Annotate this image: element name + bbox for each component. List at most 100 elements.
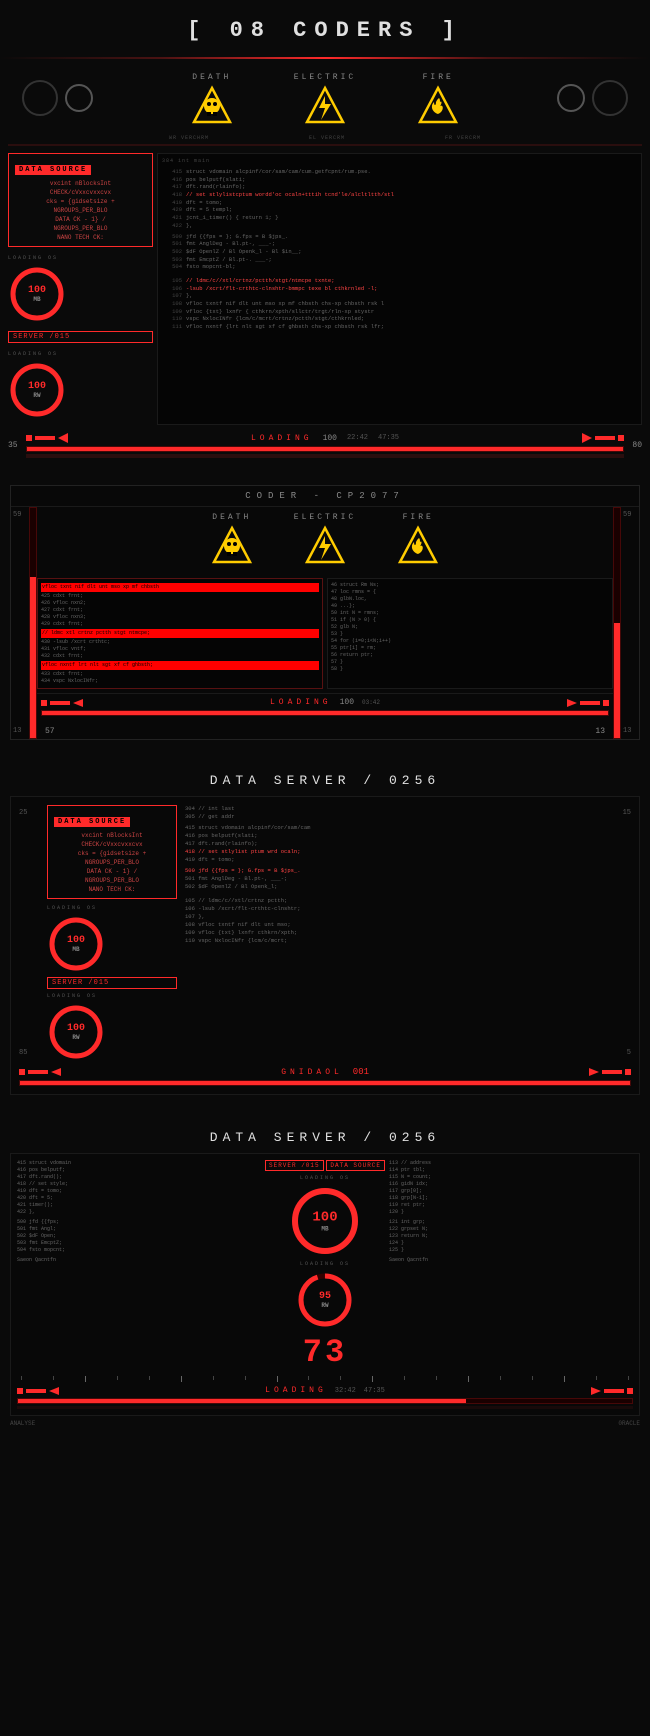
warning-sublabels: WR VERCHRM EL VERCRM FR VERCRM (0, 135, 650, 141)
section4-panel: 415 struct vdomain 416 pos belputf; 417 … (10, 1153, 640, 1416)
vert-bar-right (613, 507, 621, 739)
fire-icon (416, 84, 460, 128)
code-line: 110 vspc NxlocINfr {lcm/c/mcrt/crtnz/pct… (162, 315, 637, 323)
timestamp2: 47:35 (378, 434, 399, 442)
s2-skull-icon (210, 524, 254, 568)
s4-code-left: 415 struct vdomain 416 pos belputf; 417 … (17, 1160, 261, 1329)
section2-body: 59 13 DEATH (11, 507, 639, 739)
s4-loading-text: LOADING (265, 1386, 327, 1395)
page-header: [ 08 CODERS ] (0, 0, 650, 53)
s4-loading-container: LOADING 32:42 47:35 (17, 1386, 633, 1409)
highlight-2: // ldmc xtl crtnz pctth stgt ntmcpe; (41, 629, 319, 638)
vert-bar-left-fill (30, 577, 36, 738)
ds1-side-left: 25 85 (19, 805, 39, 1061)
highlight-1: vfloc txnt nif dlt unt mso xp mf chbsth (41, 583, 319, 592)
circle-gauge-3 (557, 84, 585, 112)
code-line: 417 dft.rand(rlainfo); (162, 183, 637, 191)
section2-panel: CODER - CP2077 59 13 DEATH (10, 485, 640, 740)
s2-timestamp: 03:42 (362, 699, 380, 706)
gauge2-row: LOADING OS 100 RW (8, 351, 153, 419)
ds1-code: 304 // int last 305 // get addr 415 stru… (185, 805, 603, 1061)
arrow-right (576, 433, 592, 443)
code-line: 416 pos belputf(slati; (162, 176, 637, 184)
s2-arrow-left (73, 699, 85, 707)
s4-code-right: 113 // address 114 ptr tbl; 115 N = coun… (389, 1160, 633, 1329)
warning-fire-label: FIRE (423, 73, 454, 82)
s2-corner-right (565, 699, 609, 707)
s2-red-sq-r (603, 700, 609, 706)
s2-red-sq (41, 700, 47, 706)
loading-value: 100 (323, 434, 337, 443)
data-source-title: DATA SOURCE (15, 165, 91, 175)
code-line: 420 dft = 5 templ; (162, 206, 637, 214)
s4-gauge1: 100 MB (289, 1185, 361, 1257)
data-source-box: DATA SOURCE vxcint nBlocksInt CHECK/cVxx… (8, 153, 153, 247)
warning-fire: FIRE (416, 73, 460, 128)
s2-death-label: DEATH (212, 513, 251, 522)
code-line: 500 jfd {{fps = }; G.fps = B $jps_. (162, 233, 637, 241)
server-label: SERVER /015 (8, 331, 153, 343)
data-server1-section: DATA SERVER / 0256 25 85 DATA SOURCE vxc… (0, 748, 650, 1105)
code-col-right: 46 struct Rm Ns; 47 loc rmns = { 48 glbN… (327, 578, 613, 689)
bottom-left-text: ANALYSE (10, 1420, 35, 1427)
gauge1-row: LOADING OS 100 MB (8, 255, 153, 323)
server-label-s4: SERVER /015 (265, 1160, 324, 1171)
loading-text: LOADING (251, 434, 313, 443)
section2-center: DEATH ELECTRIC (37, 507, 613, 739)
code-line: 109 vfloc {txt} lxnfr { cthkrn/xpth/sllc… (162, 308, 637, 316)
code-line: 106 -lsub /xcrt/flt-crthtc-clnshtr-bmmpc… (162, 285, 637, 293)
code-line: 502 $dF OpenlZ / Bl Openk_l - Bl $in__; (162, 248, 637, 256)
code-line: 501 fmt AnglDeg - Bl.pt-, ___-; (162, 240, 637, 248)
code-line: 111 vfloc nxntf {lrt nlt sgt xf cf ghbst… (162, 323, 637, 331)
code-line: 419 dft = tomo; (162, 199, 637, 207)
code-panel: 384 int main 415 struct vdomain alcpinf/… (157, 153, 642, 425)
death-sublabel: WR VERCHRM (169, 135, 209, 141)
section2-loading: LOADING 100 03:42 (37, 693, 613, 720)
code-line: 415 struct vdomain alcpinf/cor/sam/cam/c… (162, 168, 637, 176)
s4-gauge2: 95 RW (296, 1271, 354, 1329)
code-line: 503 fmt EmcptZ / Bl.pt-. ___-; (162, 256, 637, 264)
ds1-left: DATA SOURCE vxcint nBlocksInt CHECK/cVxx… (47, 805, 177, 1061)
gauge1-value: 100 MB (28, 285, 46, 303)
gauge2-loading-label: LOADING OS (8, 351, 58, 357)
circle-gauge-1 (22, 80, 58, 116)
code-columns: vfloc txnt nif dlt unt mso xp mf chbsth … (37, 578, 613, 689)
section4-top: 415 struct vdomain 416 pos belputf; 417 … (17, 1160, 633, 1329)
ds1-corner-left (587, 1068, 631, 1076)
ds1-corner-right (19, 1068, 63, 1076)
ds1-data-source-title: DATA SOURCE (54, 817, 130, 827)
s2-red-rect (50, 701, 70, 705)
loading-bar-track (26, 446, 625, 452)
code-col-left: vfloc txnt nif dlt unt mso xp mf chbsth … (37, 578, 323, 689)
red-square-2 (618, 435, 624, 441)
s2-fire-label: FIRE (403, 513, 434, 522)
circle-gauge-2 (65, 84, 93, 112)
main-content-area: DATA SOURCE vxcint nBlocksInt CHECK/cVxx… (0, 149, 650, 429)
code-line: 418 // set stlylistcptum wordd'oc ocaln+… (162, 191, 637, 199)
s2-lightning-icon (303, 524, 347, 568)
warning-electric: ELECTRIC (294, 73, 356, 128)
code-line: 108 vfloc txntf nif dlt unt mso xp mf ch… (162, 300, 637, 308)
circle-gauge-4 (592, 80, 628, 116)
s4-loading-label: LOADING OS (300, 1175, 350, 1181)
left-panel: DATA SOURCE vxcint nBlocksInt CHECK/cVxx… (8, 153, 153, 425)
highlight-3: vfloc nxntf lrt nlt sgt xf cf ghbsth; (41, 661, 319, 670)
big-number: 73 (17, 1329, 633, 1376)
gauge2-value: 100 RW (28, 381, 46, 399)
s2-loading-fill (42, 711, 608, 715)
s4-corner-right (589, 1387, 633, 1395)
code-line: 107 }, (162, 292, 637, 300)
data-source-text: vxcint nBlocksInt CHECK/cVxxcvxxcvx cks … (15, 179, 146, 242)
data-server2-title: DATA SERVER / 0256 (0, 1115, 650, 1153)
section4-labels: SERVER /015 DATA SOURCE (265, 1160, 385, 1171)
ds1-gauge1-label: LOADING OS (47, 905, 97, 911)
side-numbers-left: 59 13 (11, 507, 29, 739)
side-num-left: 35 (8, 441, 18, 450)
side-num-right: 80 (632, 441, 642, 450)
s2-bottom-nums: 57 13 (37, 724, 613, 739)
side-numbers-right: 59 13 (621, 507, 639, 739)
s4-track (17, 1398, 633, 1404)
s2-loading-text: LOADING (270, 698, 332, 707)
bottom-right-text: 0RACLE (618, 1420, 640, 1427)
ds1-main: 25 85 DATA SOURCE vxcint nBlocksInt CHEC… (19, 805, 631, 1061)
